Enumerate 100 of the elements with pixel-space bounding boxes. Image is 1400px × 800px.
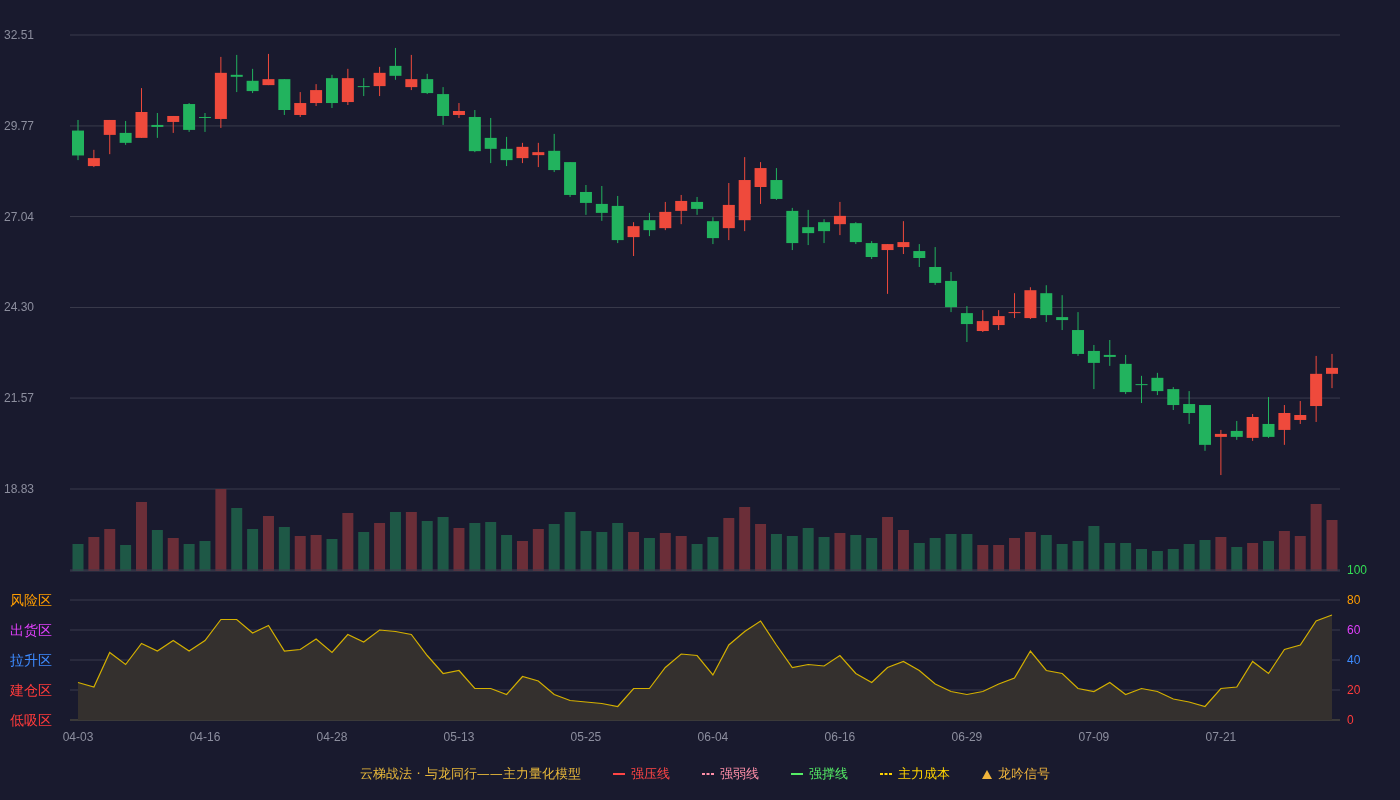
candlestick [183, 102, 196, 133]
candlestick [818, 218, 831, 244]
candlestick [786, 207, 799, 251]
candlestick [1183, 390, 1196, 425]
candlestick [992, 309, 1005, 331]
candlestick [72, 119, 84, 161]
candlestick [437, 86, 450, 126]
axis-label: 06-29 [951, 730, 983, 744]
axis-label: 07-09 [1078, 730, 1110, 744]
candlestick [246, 68, 259, 94]
candlestick [976, 309, 989, 333]
candlestick [960, 305, 973, 343]
axis-label: 06-04 [697, 730, 729, 744]
candlestick [675, 194, 688, 225]
axis-label: 32.51 [4, 28, 35, 42]
axis-label: 0 [1347, 713, 1354, 727]
candlestick [357, 77, 370, 97]
candlestick [326, 74, 338, 109]
candlestick [1040, 284, 1053, 323]
axis-label: 04-28 [316, 730, 348, 744]
candlestick [167, 115, 180, 134]
candlestick [643, 212, 656, 237]
candlestick [500, 136, 513, 167]
candlestick [945, 271, 958, 313]
axis-label: 04-03 [62, 730, 94, 744]
axis-label: 100 [1347, 563, 1368, 577]
axis-label: 05-13 [443, 730, 475, 744]
axis-label: 27.04 [4, 209, 35, 224]
candlestick [310, 83, 323, 107]
candlestick [865, 240, 878, 260]
candlestick [770, 167, 783, 201]
candlestick [278, 78, 291, 116]
candlestick [706, 216, 719, 245]
axis-label: 80 [1347, 593, 1361, 607]
candlestick [1167, 386, 1180, 411]
axis-label: 06-16 [824, 730, 856, 744]
candlestick [897, 220, 910, 255]
legend-label: 强撑线 [808, 765, 848, 783]
candlestick [341, 68, 354, 106]
legend-title: 云梯战法 · 与龙同行——主力量化模型 [360, 765, 581, 783]
zone-label: 低吸区 [10, 712, 52, 728]
axis-label: 07-21 [1205, 730, 1237, 744]
axis-label: 21.57 [4, 391, 35, 406]
candlestick [1310, 355, 1323, 423]
candlestick [579, 184, 592, 216]
candlestick [516, 142, 529, 164]
candlestick [1246, 413, 1259, 442]
candlestick [1008, 292, 1021, 319]
candlestick [691, 196, 704, 216]
axis-label: 24.30 [4, 300, 35, 315]
zone-label: 拉升区 [10, 652, 52, 668]
axis-label: 29.77 [4, 118, 35, 133]
axis-label: 05-25 [570, 730, 602, 744]
zone-label: 建仓区 [10, 682, 52, 698]
candlestick [87, 149, 100, 168]
candlestick [452, 102, 465, 119]
candlestick [119, 120, 132, 146]
candlestick [754, 161, 767, 205]
candlestick [1262, 396, 1275, 439]
candlestick [1230, 420, 1243, 441]
candlestick [421, 73, 434, 95]
zone-label: 出货区 [10, 622, 52, 638]
candlestick [1199, 404, 1211, 452]
candlestick [802, 209, 815, 246]
candlestick [564, 161, 577, 198]
candlestick [881, 243, 894, 295]
candlestick [1151, 372, 1164, 396]
legend-label: 强压线 [630, 765, 670, 783]
candlestick [262, 53, 275, 86]
candlestick [151, 112, 164, 139]
candlestick [913, 243, 926, 268]
candlestick [468, 109, 481, 153]
zone-label: 风险区 [10, 592, 52, 608]
candlestick [230, 54, 243, 93]
axis-label: 20 [1347, 683, 1361, 697]
candlestick [548, 133, 561, 173]
candlestick [1135, 375, 1148, 404]
candlestick [1326, 353, 1338, 389]
candlestick [833, 201, 846, 236]
candlestick [389, 47, 402, 81]
candlestick [199, 112, 211, 133]
candlestick [849, 221, 862, 245]
axis-label: 04-16 [189, 730, 221, 744]
axis-label: 18.83 [4, 482, 35, 496]
axis-label: 40 [1347, 653, 1361, 667]
candlestick [484, 117, 497, 164]
candlestick [1103, 339, 1116, 367]
candlestick [405, 54, 418, 91]
candlestick [611, 195, 624, 244]
legend-label: 主力成本 [897, 765, 950, 783]
candlestick [1278, 404, 1291, 446]
candlestick [103, 119, 116, 155]
candlestick [1214, 429, 1227, 476]
candlestick [1056, 294, 1069, 331]
candlestick [1119, 354, 1132, 395]
legend-label: 龙吟信号 [997, 765, 1050, 783]
candlestick [373, 66, 386, 97]
candlestick [722, 182, 735, 241]
candlestick [294, 91, 307, 118]
candlestick [659, 201, 672, 231]
